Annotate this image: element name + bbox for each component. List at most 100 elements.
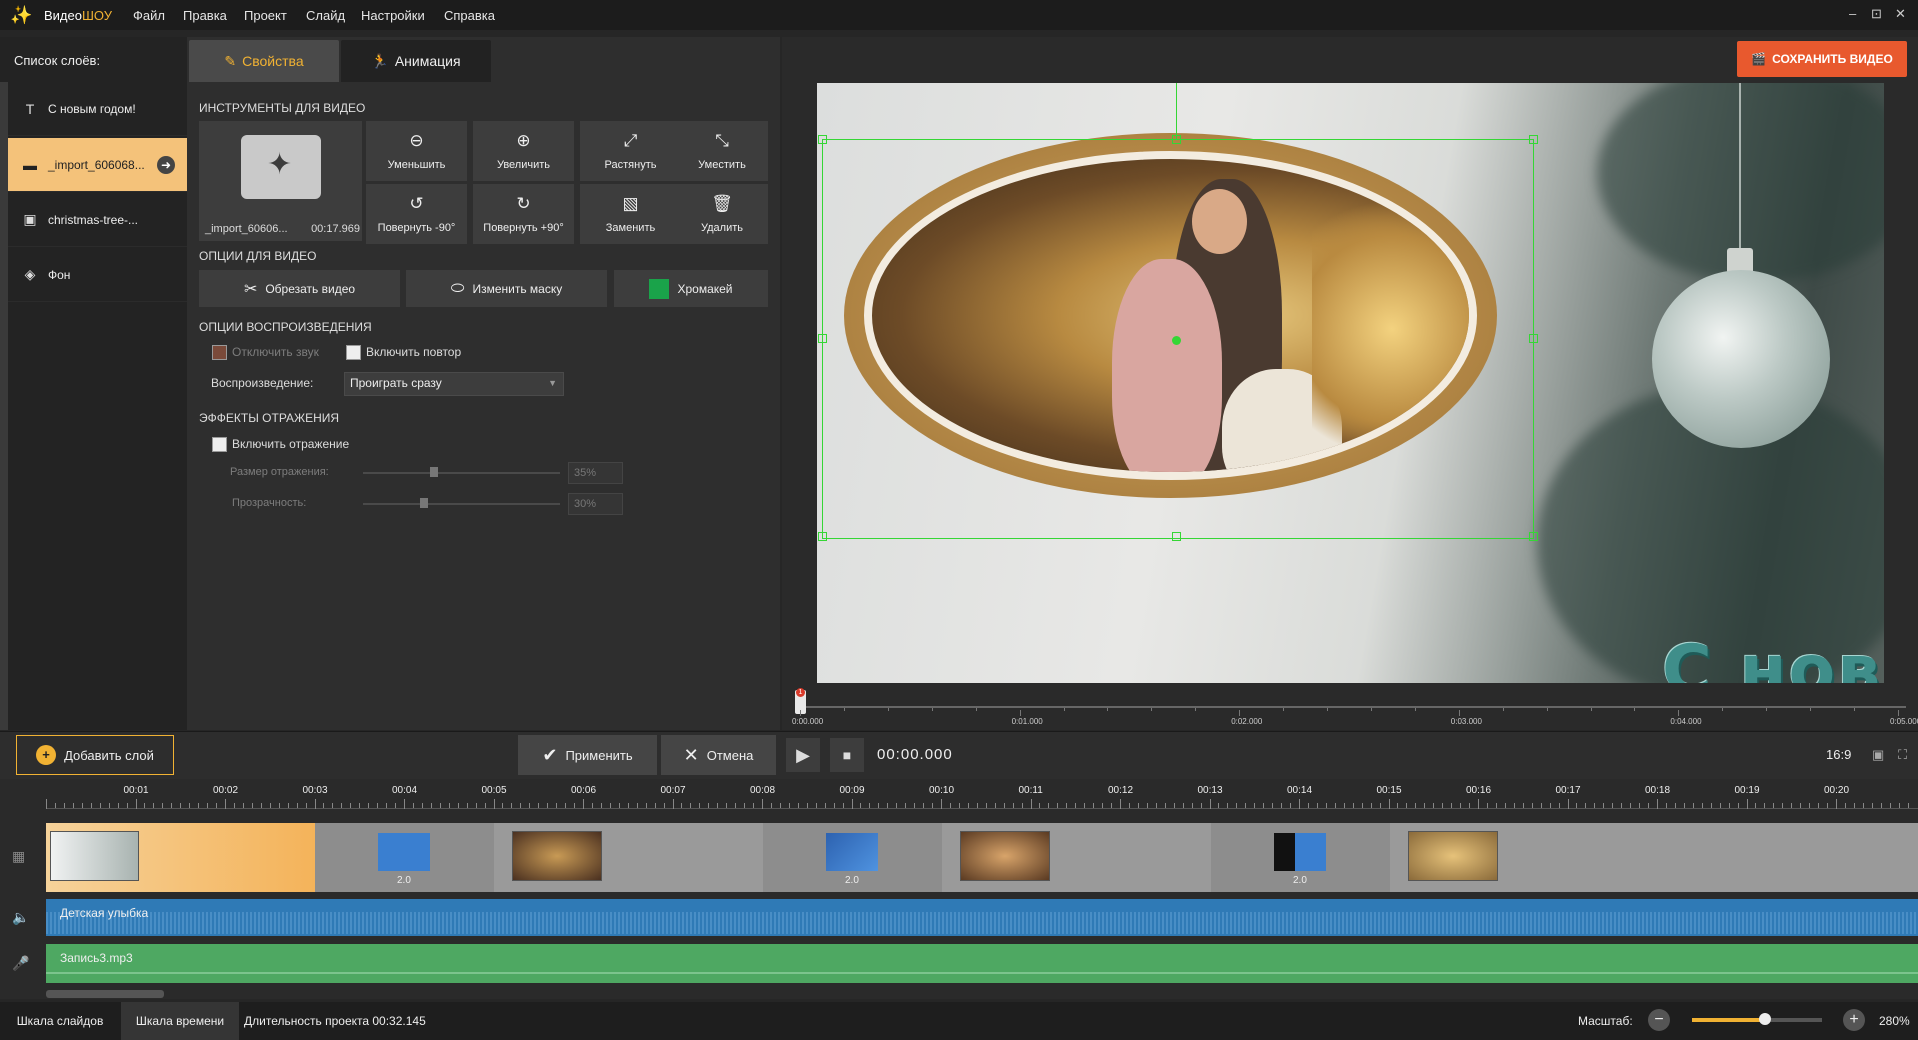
menu-help[interactable]: Справка — [444, 8, 495, 23]
transition-thumbnail[interactable] — [1274, 833, 1326, 871]
resize-handle[interactable] — [818, 532, 827, 541]
timeline-ruler-tick — [1460, 803, 1462, 808]
preview-scrubber-track[interactable] — [800, 706, 1906, 708]
timeline-ruler-tick — [824, 803, 826, 808]
timeline-ruler-tick — [788, 803, 790, 808]
timeline-ruler-tick — [296, 803, 298, 808]
tab-timeline[interactable]: Шкала времени — [121, 1002, 239, 1040]
resize-handle[interactable] — [1172, 532, 1181, 541]
reflection-checkbox[interactable] — [212, 437, 227, 452]
zoom-in-button[interactable]: + — [1843, 1009, 1865, 1031]
reflection-size-spin[interactable]: 35% — [568, 462, 623, 484]
menu-file[interactable]: Файл — [133, 8, 165, 23]
aspect-ratio[interactable]: 16:9 — [1826, 747, 1851, 762]
timeline-ruler-tick — [350, 803, 352, 808]
replace-button[interactable]: ▧ Заменить — [580, 184, 681, 244]
zoom-slider-knob[interactable] — [1759, 1013, 1771, 1025]
timeline-ruler-tick — [439, 803, 441, 808]
timeline-ruler-tick — [529, 803, 531, 808]
maximize-button[interactable]: ⊡ — [1871, 6, 1882, 22]
audio-track-voice[interactable] — [46, 944, 1918, 983]
menu-edit[interactable]: Правка — [183, 8, 227, 23]
transition-duration: 2.0 — [1293, 875, 1307, 886]
play-button[interactable]: ▶ — [786, 738, 820, 772]
resize-handle[interactable] — [818, 334, 827, 343]
timeline-ruler-tick — [976, 803, 978, 808]
timeline-ruler-tick — [1361, 803, 1363, 808]
delete-button[interactable]: 🗑 Удалить — [676, 184, 768, 244]
greeting-text[interactable]: С новым годом! — [1662, 631, 1884, 683]
mute-checkbox[interactable] — [212, 345, 227, 360]
transition-thumbnail[interactable] — [826, 833, 878, 871]
resize-handle[interactable] — [1172, 135, 1181, 144]
timeline-ruler-tick — [600, 803, 602, 808]
reflection-size-knob[interactable] — [430, 467, 438, 477]
resize-handle[interactable] — [1529, 532, 1538, 541]
layer-item-text[interactable]: T С новым годом! — [8, 82, 187, 136]
resize-handle[interactable] — [1529, 135, 1538, 144]
tab-properties[interactable]: ✎ Свойства — [189, 40, 339, 82]
layer-item-background[interactable]: ◈ Фон — [8, 248, 187, 302]
timeline-scrollbar[interactable] — [46, 990, 164, 998]
timeline-ruler-label: 00:11 — [1018, 785, 1043, 796]
timeline-ruler-tick — [1218, 803, 1220, 808]
rotate-right-icon: ↻ — [516, 194, 531, 213]
timeline-ruler-tick — [914, 803, 916, 808]
resize-handle[interactable] — [1529, 334, 1538, 343]
ornament-string — [1739, 83, 1741, 253]
chromakey-button[interactable]: Хромакей — [614, 270, 768, 307]
menu-settings[interactable]: Настройки — [361, 8, 425, 23]
opacity-slider[interactable] — [363, 503, 560, 505]
timeline-ruler-label: 00:20 — [1824, 785, 1850, 796]
tab-animation[interactable]: 🏃 Анимация — [341, 40, 491, 82]
add-layer-button[interactable]: + Добавить слой — [16, 735, 174, 775]
fit-button[interactable]: ⤡ Уместить — [676, 121, 768, 181]
stretch-button[interactable]: ⤢ Растянуть — [580, 121, 681, 181]
timeline-ruler-tick — [1558, 803, 1560, 808]
rotate-right-button[interactable]: ↻ Повернуть +90° — [473, 184, 574, 244]
anchor-point[interactable] — [1172, 336, 1181, 345]
change-mask-button[interactable]: ⬭ Изменить маску — [406, 270, 607, 307]
fullscreen-icon[interactable]: ⛶ — [1898, 747, 1907, 763]
arrow-right-icon[interactable]: ➜ — [157, 155, 175, 174]
menu-slide[interactable]: Слайд — [306, 8, 345, 23]
timeline-ruler-tick — [54, 803, 56, 808]
playback-select[interactable]: Проиграть сразу ▼ — [344, 372, 564, 396]
timeline-ruler-tick — [1307, 803, 1309, 808]
apply-button[interactable]: ✔ Применить — [518, 735, 657, 775]
timeline-ruler-tick — [1469, 803, 1471, 808]
timeline-ruler-tick — [404, 799, 405, 809]
reflection-size-slider[interactable] — [363, 472, 560, 474]
timeline-ruler-tick — [260, 803, 262, 808]
opacity-knob[interactable] — [420, 498, 428, 508]
zoom-in-button[interactable]: ⊕ Увеличить — [473, 121, 574, 181]
menu-project[interactable]: Проект — [244, 8, 287, 23]
timeline-ruler-tick — [242, 803, 244, 808]
transition-thumbnail[interactable] — [378, 833, 430, 871]
save-video-button[interactable]: 🎬 СОХРАНИТЬ ВИДЕО — [1737, 41, 1907, 77]
layer-label: С новым годом! — [48, 101, 136, 116]
rotate-left-button[interactable]: ↺ Повернуть -90° — [366, 184, 467, 244]
timeline-ruler-tick — [1352, 803, 1354, 808]
close-button[interactable]: ✕ — [1895, 6, 1906, 22]
timeline-ruler-tick — [878, 803, 880, 808]
zoom-out-button[interactable]: − — [1648, 1009, 1670, 1031]
cancel-button[interactable]: ✕ Отмена — [661, 735, 776, 775]
tab-slides[interactable]: Шкала слайдов — [0, 1002, 120, 1040]
opacity-spin[interactable]: 30% — [568, 493, 623, 515]
zoom-slider-fill — [1692, 1018, 1765, 1022]
loop-checkbox[interactable] — [346, 345, 361, 360]
layer-item-video[interactable]: ▬ _import_606068... ➜ — [8, 138, 187, 192]
timeline-ruler-tick — [251, 803, 253, 808]
zoom-out-button[interactable]: ⊖ Уменьшить — [366, 121, 467, 181]
timeline-ruler-tick — [1102, 803, 1104, 808]
layer-item-image[interactable]: ▣ christmas-tree-... — [8, 193, 187, 247]
trim-video-button[interactable]: ✂ Обрезать видео — [199, 270, 400, 307]
timeline-ruler-tick — [332, 803, 334, 808]
snapshot-icon[interactable]: ▣ — [1872, 747, 1884, 763]
resize-handle[interactable] — [818, 135, 827, 144]
stop-button[interactable]: ■ — [830, 738, 864, 772]
timeline-ruler-tick — [923, 803, 925, 808]
timeline-ruler-tick — [726, 803, 728, 808]
minimize-button[interactable]: – — [1849, 6, 1856, 21]
